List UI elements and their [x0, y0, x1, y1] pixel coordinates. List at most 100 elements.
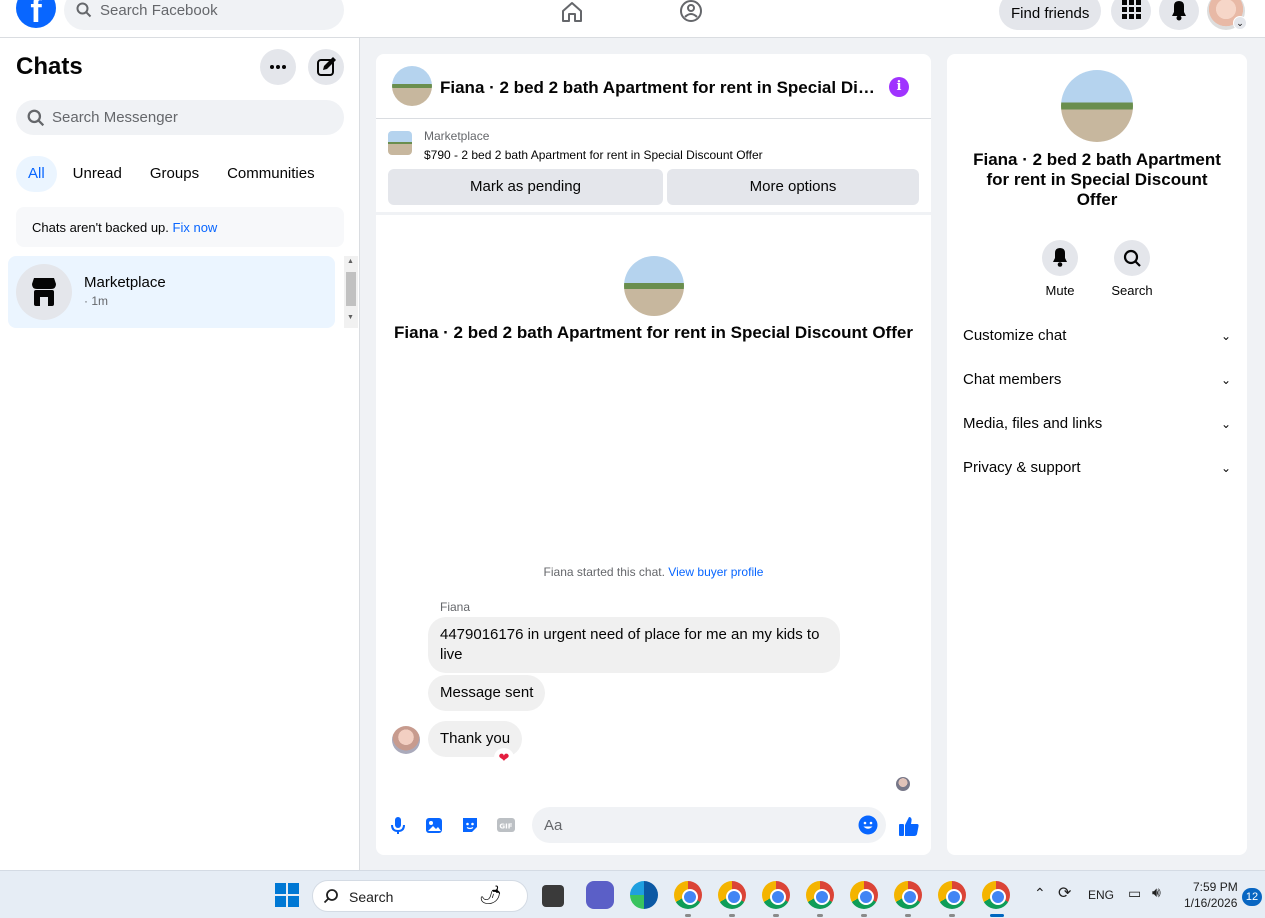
filter-communities[interactable]: Communities — [215, 156, 327, 192]
chevron-up-icon[interactable]: ⌃ — [1034, 885, 1046, 902]
running-indicator — [729, 914, 735, 917]
menu-button[interactable] — [1111, 0, 1151, 30]
filter-groups[interactable]: Groups — [138, 156, 211, 192]
chat-time: · 1m — [84, 294, 108, 308]
backup-text: Chats aren't backed up. — [32, 220, 169, 235]
view-buyer-profile-link[interactable]: View buyer profile — [668, 565, 763, 579]
emoji-icon[interactable] — [858, 815, 878, 835]
mark-as-pending-button[interactable]: Mark as pending — [388, 169, 663, 205]
chat-filters: All Unread Groups Communities — [16, 156, 331, 192]
chat-header: Fiana · 2 bed 2 bath Apartment for rent … — [376, 54, 931, 119]
running-indicator — [773, 914, 779, 917]
sender-avatar[interactable] — [392, 726, 420, 754]
row-label: Privacy & support — [963, 459, 1081, 476]
teams-icon[interactable] — [586, 881, 614, 909]
row-label: Customize chat — [963, 327, 1067, 344]
storefront-icon — [32, 278, 56, 306]
marketplace-listing-bar: Marketplace $790 - 2 bed 2 bath Apartmen… — [376, 119, 931, 215]
filter-unread[interactable]: Unread — [61, 156, 134, 192]
message-input[interactable]: Aa — [532, 807, 886, 843]
chrome-icon[interactable] — [982, 881, 1010, 909]
sticker-icon[interactable] — [460, 815, 480, 835]
ellipsis-icon — [270, 65, 286, 69]
marketplace-avatar — [16, 264, 72, 320]
privacy-support-row[interactable]: Privacy & support ⌄ — [963, 459, 1231, 483]
notification-count-badge[interactable]: 12 — [1242, 888, 1262, 906]
more-options-button[interactable] — [260, 49, 296, 85]
more-options-button[interactable]: More options — [667, 169, 919, 205]
running-indicator — [685, 914, 691, 917]
bell-icon — [1042, 240, 1078, 276]
thumbs-up-icon[interactable] — [898, 815, 920, 837]
facebook-logo[interactable]: f — [16, 0, 56, 28]
find-friends-button[interactable]: Find friends — [999, 0, 1102, 30]
microphone-icon[interactable] — [388, 815, 408, 835]
windows-start-icon[interactable] — [275, 883, 299, 907]
groups-icon[interactable] — [677, 0, 705, 26]
photo-icon[interactable] — [424, 815, 444, 835]
taskbar-search[interactable]: Search 🌶 — [312, 880, 528, 912]
scroll-up-arrow[interactable]: ▲ — [347, 258, 354, 265]
seen-indicator-avatar — [896, 777, 910, 791]
chat-list-item[interactable]: Marketplace · 1m — [8, 256, 335, 328]
chevron-down-icon: ⌄ — [1220, 461, 1231, 475]
mute-label: Mute — [1045, 283, 1075, 298]
new-message-button[interactable] — [308, 49, 344, 85]
task-view-icon[interactable] — [542, 885, 564, 907]
network-icon[interactable]: ▭ — [1128, 885, 1141, 902]
chrome-icon[interactable] — [850, 881, 878, 909]
search-in-chat-button[interactable]: Search — [1102, 240, 1162, 298]
chevron-down-icon[interactable]: ⌄ — [1233, 16, 1247, 30]
gif-icon[interactable]: GIF — [496, 815, 516, 835]
info-icon[interactable]: i — [889, 77, 909, 97]
chat-name: Marketplace — [84, 274, 166, 291]
sender-name: Fiana — [440, 600, 471, 614]
notifications-button[interactable] — [1159, 0, 1199, 30]
scroll-thumb[interactable] — [346, 272, 356, 306]
volume-icon[interactable]: 🔊︎ — [1152, 884, 1161, 901]
messenger-search-input[interactable]: Search Messenger — [16, 100, 344, 135]
listing-photo — [624, 256, 684, 316]
conversation-title: Fiana · 2 bed 2 bath Apartment for rent … — [394, 323, 913, 342]
chrome-icon[interactable] — [806, 881, 834, 909]
top-navigation-bar: f Search Facebook Find friends ⌄ — [0, 0, 1265, 38]
facebook-search-input[interactable]: Search Facebook — [64, 0, 344, 30]
chat-members-row[interactable]: Chat members ⌄ — [963, 371, 1231, 395]
sidebar-scrollbar[interactable]: ▲ ▼ — [344, 256, 358, 328]
chrome-icon[interactable] — [718, 881, 746, 909]
grid-menu-icon — [1122, 0, 1141, 19]
clock-time[interactable]: 7:59 PM — [1193, 880, 1238, 894]
listing-description[interactable]: $790 - 2 bed 2 bath Apartment for rent i… — [424, 148, 763, 162]
chats-sidebar: Chats Search Messenger All Unread Groups… — [0, 38, 360, 870]
search-placeholder: Search Facebook — [100, 2, 218, 19]
message-composer: GIF Aa — [376, 804, 931, 846]
chrome-icon[interactable] — [762, 881, 790, 909]
listing-thumbnail — [388, 131, 412, 155]
fix-now-link[interactable]: Fix now — [173, 220, 218, 235]
search-icon — [76, 2, 92, 18]
customize-chat-row[interactable]: Customize chat ⌄ — [963, 327, 1231, 351]
listing-avatar[interactable] — [392, 66, 432, 106]
chat-title[interactable]: Fiana · 2 bed 2 bath Apartment for rent … — [440, 78, 876, 98]
clock-date[interactable]: 1/16/2026 — [1184, 896, 1237, 910]
listing-profile-photo — [1061, 70, 1133, 142]
edge-icon[interactable] — [630, 881, 658, 909]
backup-notice: Chats aren't backed up. Fix now — [16, 207, 344, 247]
message-bubble[interactable]: Message sent — [428, 675, 546, 711]
language-indicator[interactable]: ENG — [1088, 888, 1114, 902]
media-files-links-row[interactable]: Media, files and links ⌄ — [963, 415, 1231, 439]
chrome-icon[interactable] — [938, 881, 966, 909]
mute-button[interactable]: Mute — [1030, 240, 1090, 298]
scroll-down-arrow[interactable]: ▼ — [347, 314, 354, 321]
search-icon — [27, 109, 45, 127]
chrome-icon[interactable] — [894, 881, 922, 909]
search-label: Search — [1111, 283, 1153, 298]
chrome-icon[interactable] — [674, 881, 702, 909]
home-icon[interactable] — [558, 0, 586, 26]
heart-reaction-icon[interactable]: ❤ — [494, 748, 514, 768]
sync-icon[interactable]: ⟳ — [1058, 883, 1071, 903]
active-indicator — [990, 914, 1004, 917]
message-bubble[interactable]: 4479016176 in urgent need of place for m… — [428, 617, 840, 673]
chevron-down-icon: ⌄ — [1220, 373, 1231, 387]
filter-all[interactable]: All — [16, 156, 57, 192]
